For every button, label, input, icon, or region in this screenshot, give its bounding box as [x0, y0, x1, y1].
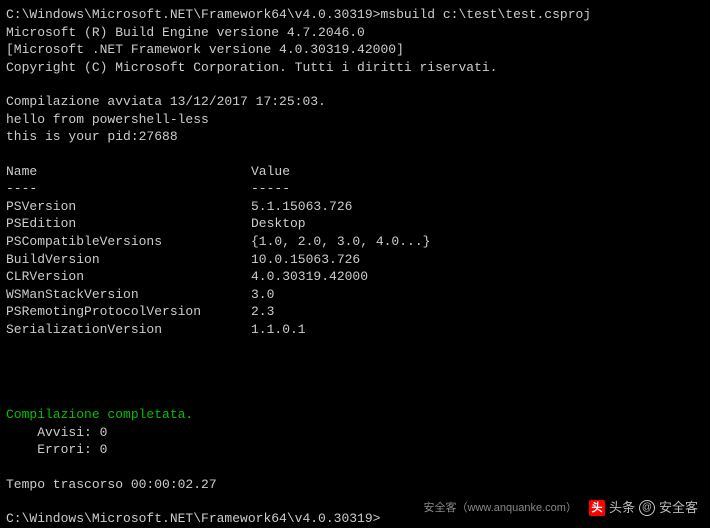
watermark-url: 安全客（www.anquanke.com）: [424, 501, 577, 516]
blank-line: [6, 355, 704, 372]
errors-count: Errori: 0: [6, 441, 704, 459]
property-name: WSManStackVersion: [6, 286, 251, 304]
property-value: 2.3: [251, 303, 274, 321]
elapsed-time: Tempo trascorso 00:00:02.27: [6, 476, 704, 494]
output-line: this is your pid:27688: [6, 128, 704, 146]
property-name: PSVersion: [6, 198, 251, 216]
property-name: CLRVersion: [6, 268, 251, 286]
property-value: 5.1.15063.726: [251, 198, 352, 216]
property-value: 10.0.15063.726: [251, 251, 360, 269]
property-name: SerializationVersion: [6, 321, 251, 339]
watermark-name: 安全客: [659, 499, 698, 517]
build-complete: Compilazione completata.: [6, 406, 704, 424]
output-line: Microsoft (R) Build Engine versione 4.7.…: [6, 24, 704, 42]
property-value: 1.1.0.1: [251, 321, 306, 339]
table-header: Name Value: [6, 163, 704, 181]
blank-line: [6, 146, 704, 163]
blank-line: [6, 338, 704, 355]
output-line: Compilazione avviata 13/12/2017 17:25:03…: [6, 93, 704, 111]
property-value: 3.0: [251, 286, 274, 304]
property-value: {1.0, 2.0, 3.0, 4.0...}: [251, 233, 430, 251]
table-row: PSVersion5.1.15063.726: [6, 198, 704, 216]
table-row: CLRVersion4.0.30319.42000: [6, 268, 704, 286]
command-text: msbuild c:\test\test.csproj: [380, 7, 591, 22]
property-value: Desktop: [251, 215, 306, 233]
table-row: PSCompatibleVersions{1.0, 2.0, 3.0, 4.0.…: [6, 233, 704, 251]
table-divider: ---- -----: [6, 180, 704, 198]
property-name: PSRemotingProtocolVersion: [6, 303, 251, 321]
col-name-header: Name: [6, 163, 251, 181]
property-name: PSCompatibleVersions: [6, 233, 251, 251]
table-row: SerializationVersion1.1.0.1: [6, 321, 704, 339]
col-value-divider: -----: [251, 180, 290, 198]
output-line: hello from powershell-less: [6, 111, 704, 129]
property-value: 4.0.30319.42000: [251, 268, 368, 286]
output-line: [Microsoft .NET Framework versione 4.0.3…: [6, 41, 704, 59]
property-name: PSEdition: [6, 215, 251, 233]
prompt-path: C:\Windows\Microsoft.NET\Framework64\v4.…: [6, 7, 380, 22]
blank-line: [6, 389, 704, 406]
table-row: PSEditionDesktop: [6, 215, 704, 233]
blank-line: [6, 372, 704, 389]
table-row: PSRemotingProtocolVersion2.3: [6, 303, 704, 321]
prompt-line-1: C:\Windows\Microsoft.NET\Framework64\v4.…: [6, 6, 704, 24]
col-name-divider: ----: [6, 180, 251, 198]
watermark-toutiao: 头条: [609, 499, 635, 517]
warnings-count: Avvisi: 0: [6, 424, 704, 442]
watermark: 安全客（www.anquanke.com） 头 头条 @ 安全客: [424, 499, 698, 517]
blank-line: [6, 76, 704, 93]
col-value-header: Value: [251, 163, 290, 181]
property-name: BuildVersion: [6, 251, 251, 269]
output-line: Copyright (C) Microsoft Corporation. Tut…: [6, 59, 704, 77]
blank-line: [6, 459, 704, 476]
table-row: WSManStackVersion3.0: [6, 286, 704, 304]
toutiao-icon: 头: [589, 500, 605, 516]
at-icon: @: [639, 500, 655, 516]
table-row: BuildVersion10.0.15063.726: [6, 251, 704, 269]
